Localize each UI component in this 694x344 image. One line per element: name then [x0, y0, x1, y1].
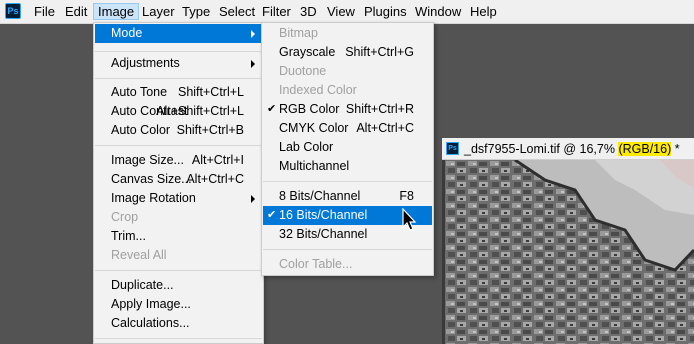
- photoshop-logo-icon[interactable]: Ps: [5, 3, 21, 19]
- mode-8-bits[interactable]: 8 Bits/Channel F8: [263, 187, 432, 206]
- mode-color-table[interactable]: Color Table...: [263, 255, 432, 274]
- document-title-suffix: *: [671, 142, 680, 156]
- menu-separator: [263, 249, 432, 250]
- menu-bar: Ps File Edit Image Layer Type Select Fil…: [0, 0, 694, 24]
- image-menu-image-rotation-label: Image Rotation: [111, 191, 196, 205]
- shortcut-cmyk-color: Alt+Ctrl+C: [356, 121, 414, 135]
- menu-help[interactable]: Help: [466, 3, 501, 20]
- image-menu-apply-image[interactable]: Apply Image...: [95, 295, 262, 314]
- document-canvas[interactable]: [445, 160, 694, 344]
- image-menu-mode[interactable]: Mode: [95, 24, 262, 43]
- mode-rgb-color[interactable]: ✔ RGB Color Shift+Ctrl+R: [263, 100, 432, 119]
- menu-view[interactable]: View: [323, 3, 359, 20]
- image-menu-auto-color[interactable]: Auto Color Shift+Ctrl+B: [95, 121, 262, 140]
- shortcut-rgb-color: Shift+Ctrl+R: [345, 102, 414, 116]
- mode-grayscale[interactable]: Grayscale Shift+Ctrl+G: [263, 43, 432, 62]
- checkmark-icon: ✔: [267, 209, 277, 221]
- menu-plugins[interactable]: Plugins: [360, 3, 411, 20]
- image-menu-adjustments-label: Adjustments: [111, 56, 180, 70]
- mode-lab-color[interactable]: Lab Color: [263, 138, 432, 157]
- shortcut-image-size: Alt+Ctrl+I: [191, 153, 244, 167]
- mode-submenu: Bitmap Grayscale Shift+Ctrl+G Duotone Ind…: [261, 22, 434, 276]
- image-menu-canvas-size[interactable]: Canvas Size... Alt+Ctrl+C: [95, 170, 262, 189]
- image-menu-image-size-label: Image Size...: [111, 153, 184, 167]
- image-menu-auto-color-label: Auto Color: [111, 123, 171, 137]
- mode-duotone-label: Duotone: [279, 64, 327, 78]
- mode-color-table-label: Color Table...: [279, 257, 353, 271]
- image-menu-duplicate-label: Duplicate...: [111, 278, 174, 292]
- image-menu-reveal-all-label: Reveal All: [111, 248, 167, 262]
- image-menu-dropdown: Mode Adjustments Auto Tone Shift+Ctrl+L A…: [93, 22, 264, 344]
- submenu-arrow-icon: [251, 30, 255, 38]
- menu-edit[interactable]: Edit: [61, 3, 91, 20]
- menu-3d[interactable]: 3D: [296, 3, 321, 20]
- mode-multichannel[interactable]: Multichannel: [263, 157, 432, 176]
- mode-bitmap-label: Bitmap: [279, 26, 318, 40]
- mouse-cursor-icon: [402, 208, 417, 231]
- image-menu-calculations[interactable]: Calculations...: [95, 314, 262, 333]
- image-menu-crop[interactable]: Crop: [95, 208, 262, 227]
- document-mode-label: (RGB/16): [618, 142, 672, 156]
- image-menu-mode-label: Mode: [111, 26, 143, 40]
- image-menu-crop-label: Crop: [111, 210, 139, 224]
- menu-separator: [95, 270, 262, 271]
- image-menu-trim-label: Trim...: [111, 229, 146, 243]
- image-menu-auto-contrast[interactable]: Auto Contrast Alt+Shift+Ctrl+L: [95, 102, 262, 121]
- shortcut-8-bits: F8: [399, 189, 414, 203]
- shortcut-auto-tone: Shift+Ctrl+L: [177, 85, 244, 99]
- mode-duotone[interactable]: Duotone: [263, 62, 432, 81]
- document-title-prefix: _dsf7955-Lomi.tif @ 16,7%: [464, 142, 619, 156]
- mode-8-bits-label: 8 Bits/Channel: [279, 189, 361, 203]
- menu-separator: [263, 181, 432, 182]
- image-menu-auto-tone[interactable]: Auto Tone Shift+Ctrl+L: [95, 83, 262, 102]
- image-menu-trim[interactable]: Trim...: [95, 227, 262, 246]
- mode-32-bits-label: 32 Bits/Channel: [279, 227, 368, 241]
- shortcut-canvas-size: Alt+Ctrl+C: [186, 172, 244, 186]
- menu-separator: [95, 78, 262, 79]
- menu-window[interactable]: Window: [411, 3, 465, 20]
- mode-indexed-color[interactable]: Indexed Color: [263, 81, 432, 100]
- mode-indexed-color-label: Indexed Color: [279, 83, 357, 97]
- image-menu-auto-tone-label: Auto Tone: [111, 85, 168, 99]
- mode-multichannel-label: Multichannel: [279, 159, 350, 173]
- menu-filter[interactable]: Filter: [258, 3, 295, 20]
- submenu-arrow-icon: [251, 60, 255, 68]
- image-menu-calculations-label: Calculations...: [111, 316, 190, 330]
- image-menu-apply-image-label: Apply Image...: [111, 297, 191, 311]
- menu-separator: [95, 338, 262, 339]
- shortcut-grayscale: Shift+Ctrl+G: [345, 45, 414, 59]
- menu-separator: [95, 145, 262, 146]
- stone-wall-image: [445, 160, 694, 344]
- menu-image[interactable]: Image: [93, 3, 140, 20]
- document-window: Ps _dsf7955-Lomi.tif @ 16,7% (RGB/16) *: [442, 138, 694, 344]
- mode-cmyk-color-label: CMYK Color: [279, 121, 349, 135]
- image-menu-reveal-all[interactable]: Reveal All: [95, 246, 262, 265]
- menu-file[interactable]: File: [30, 3, 59, 20]
- image-menu-image-rotation[interactable]: Image Rotation: [95, 189, 262, 208]
- submenu-arrow-icon: [251, 195, 255, 203]
- shortcut-auto-contrast: Alt+Shift+Ctrl+L: [156, 104, 244, 118]
- image-menu-image-size[interactable]: Image Size... Alt+Ctrl+I: [95, 151, 262, 170]
- menu-select[interactable]: Select: [215, 3, 259, 20]
- mode-lab-color-label: Lab Color: [279, 140, 334, 154]
- mode-grayscale-label: Grayscale: [279, 45, 336, 59]
- mode-16-bits-label: 16 Bits/Channel: [279, 208, 368, 222]
- image-menu-duplicate[interactable]: Duplicate...: [95, 276, 262, 295]
- menu-type[interactable]: Type: [178, 3, 214, 20]
- document-title: _dsf7955-Lomi.tif @ 16,7% (RGB/16) *: [464, 138, 680, 160]
- menu-separator: [95, 51, 262, 52]
- checkmark-icon: ✔: [267, 103, 277, 115]
- image-menu-canvas-size-label: Canvas Size...: [111, 172, 192, 186]
- mode-bitmap[interactable]: Bitmap: [263, 24, 432, 43]
- image-menu-adjustments[interactable]: Adjustments: [95, 54, 262, 73]
- shortcut-auto-color: Shift+Ctrl+B: [176, 123, 244, 137]
- menu-layer[interactable]: Layer: [138, 3, 179, 20]
- document-tab[interactable]: Ps _dsf7955-Lomi.tif @ 16,7% (RGB/16) *: [442, 138, 694, 160]
- document-logo-icon: Ps: [446, 142, 459, 155]
- mode-rgb-color-label: RGB Color: [279, 102, 340, 116]
- mode-cmyk-color[interactable]: CMYK Color Alt+Ctrl+C: [263, 119, 432, 138]
